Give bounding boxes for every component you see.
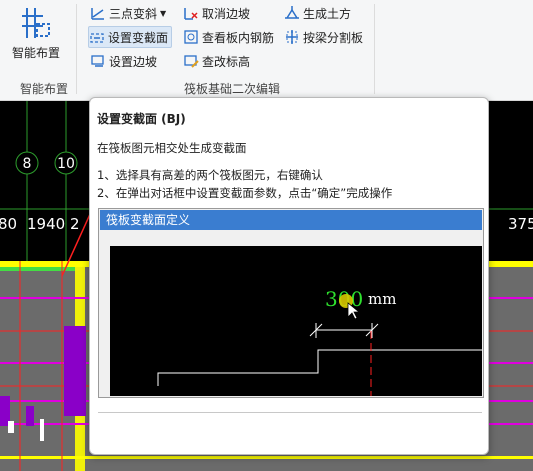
axis-label-10: 10: [57, 156, 75, 172]
tooltip-divider: [98, 412, 482, 413]
tooltip-step-1: 1、选择具有高差的两个筏板图元，右键确认: [97, 168, 323, 182]
dimension-text: 2: [70, 215, 80, 233]
dimension-text: 1940: [27, 215, 65, 233]
preview-canvas: 300 mm: [110, 246, 482, 396]
set-slope-button[interactable]: 设置边坡: [90, 51, 157, 71]
tooltip-description: 在筏板图元相交处生成变截面: [97, 141, 247, 155]
set-slope-icon: [91, 55, 104, 67]
change-elevation-button[interactable]: 查改标高: [183, 51, 250, 71]
tooltip-step-2: 2、在弹出对话框中设置变截面参数，点击“确定”完成操作: [97, 186, 393, 200]
smart-layout-button[interactable]: 智能布置: [6, 4, 66, 62]
split-by-beam-button[interactable]: 按梁分割板: [284, 27, 363, 47]
set-slope-label: 设置边坡: [109, 54, 158, 69]
tooltip-popup: 设置变截面 (BJ) 在筏板图元相交处生成变截面 1、选择具有高差的两个筏板图元…: [89, 97, 489, 455]
view-rebar-button[interactable]: 查看板内钢筋: [183, 27, 274, 47]
view-rebar-label: 查看板内钢筋: [202, 30, 275, 45]
ribbon-separator: [374, 4, 375, 94]
three-point-slope-button[interactable]: 三点变斜 ▼: [90, 3, 166, 23]
smart-layout-icon: [22, 8, 50, 38]
preview-image: 筏板变截面定义 300 mm: [98, 208, 484, 398]
generate-earthwork-button[interactable]: 生成土方: [284, 3, 351, 23]
three-point-slope-icon: [91, 8, 104, 20]
smart-layout-group-label: 智能布置: [20, 82, 69, 96]
preview-unit: mm: [368, 290, 396, 308]
set-section-button[interactable]: 设置变截面: [88, 26, 173, 48]
tooltip-title: 设置变截面 (BJ): [97, 112, 186, 126]
dimension-text: 80: [0, 215, 17, 233]
smart-layout-label: 智能布置: [11, 46, 60, 60]
generate-earthwork-label: 生成土方: [303, 6, 352, 21]
cancel-slope-button[interactable]: 取消边坡: [183, 3, 250, 23]
preview-window-title: 筏板变截面定义: [100, 210, 482, 230]
set-section-label: 设置变截面: [108, 30, 169, 45]
ribbon-toolbar: 智能布置 智能布置 三点变斜 ▼ 取消边坡 生成土方 设置变截面 查看板内钢筋 …: [0, 0, 533, 101]
three-point-slope-label: 三点变斜: [109, 6, 158, 21]
cancel-slope-label: 取消边坡: [202, 6, 251, 21]
set-section-icon: [90, 33, 104, 43]
cancel-slope-icon: [184, 8, 198, 20]
chevron-down-icon: ▼: [160, 8, 167, 18]
change-elevation-icon: [184, 55, 199, 68]
ribbon-separator: [76, 4, 77, 94]
earthwork-icon: [285, 6, 299, 19]
dimension-text: 375: [508, 215, 533, 233]
split-by-beam-label: 按梁分割板: [303, 30, 364, 45]
view-rebar-icon: [184, 30, 198, 44]
axis-label-8: 8: [23, 156, 32, 172]
raft-edit-group-label: 筏板基础二次编辑: [184, 82, 281, 96]
section-diagram: 300 mm: [157, 287, 482, 396]
change-elevation-label: 查改标高: [202, 54, 251, 69]
split-by-beam-icon: [286, 30, 298, 44]
